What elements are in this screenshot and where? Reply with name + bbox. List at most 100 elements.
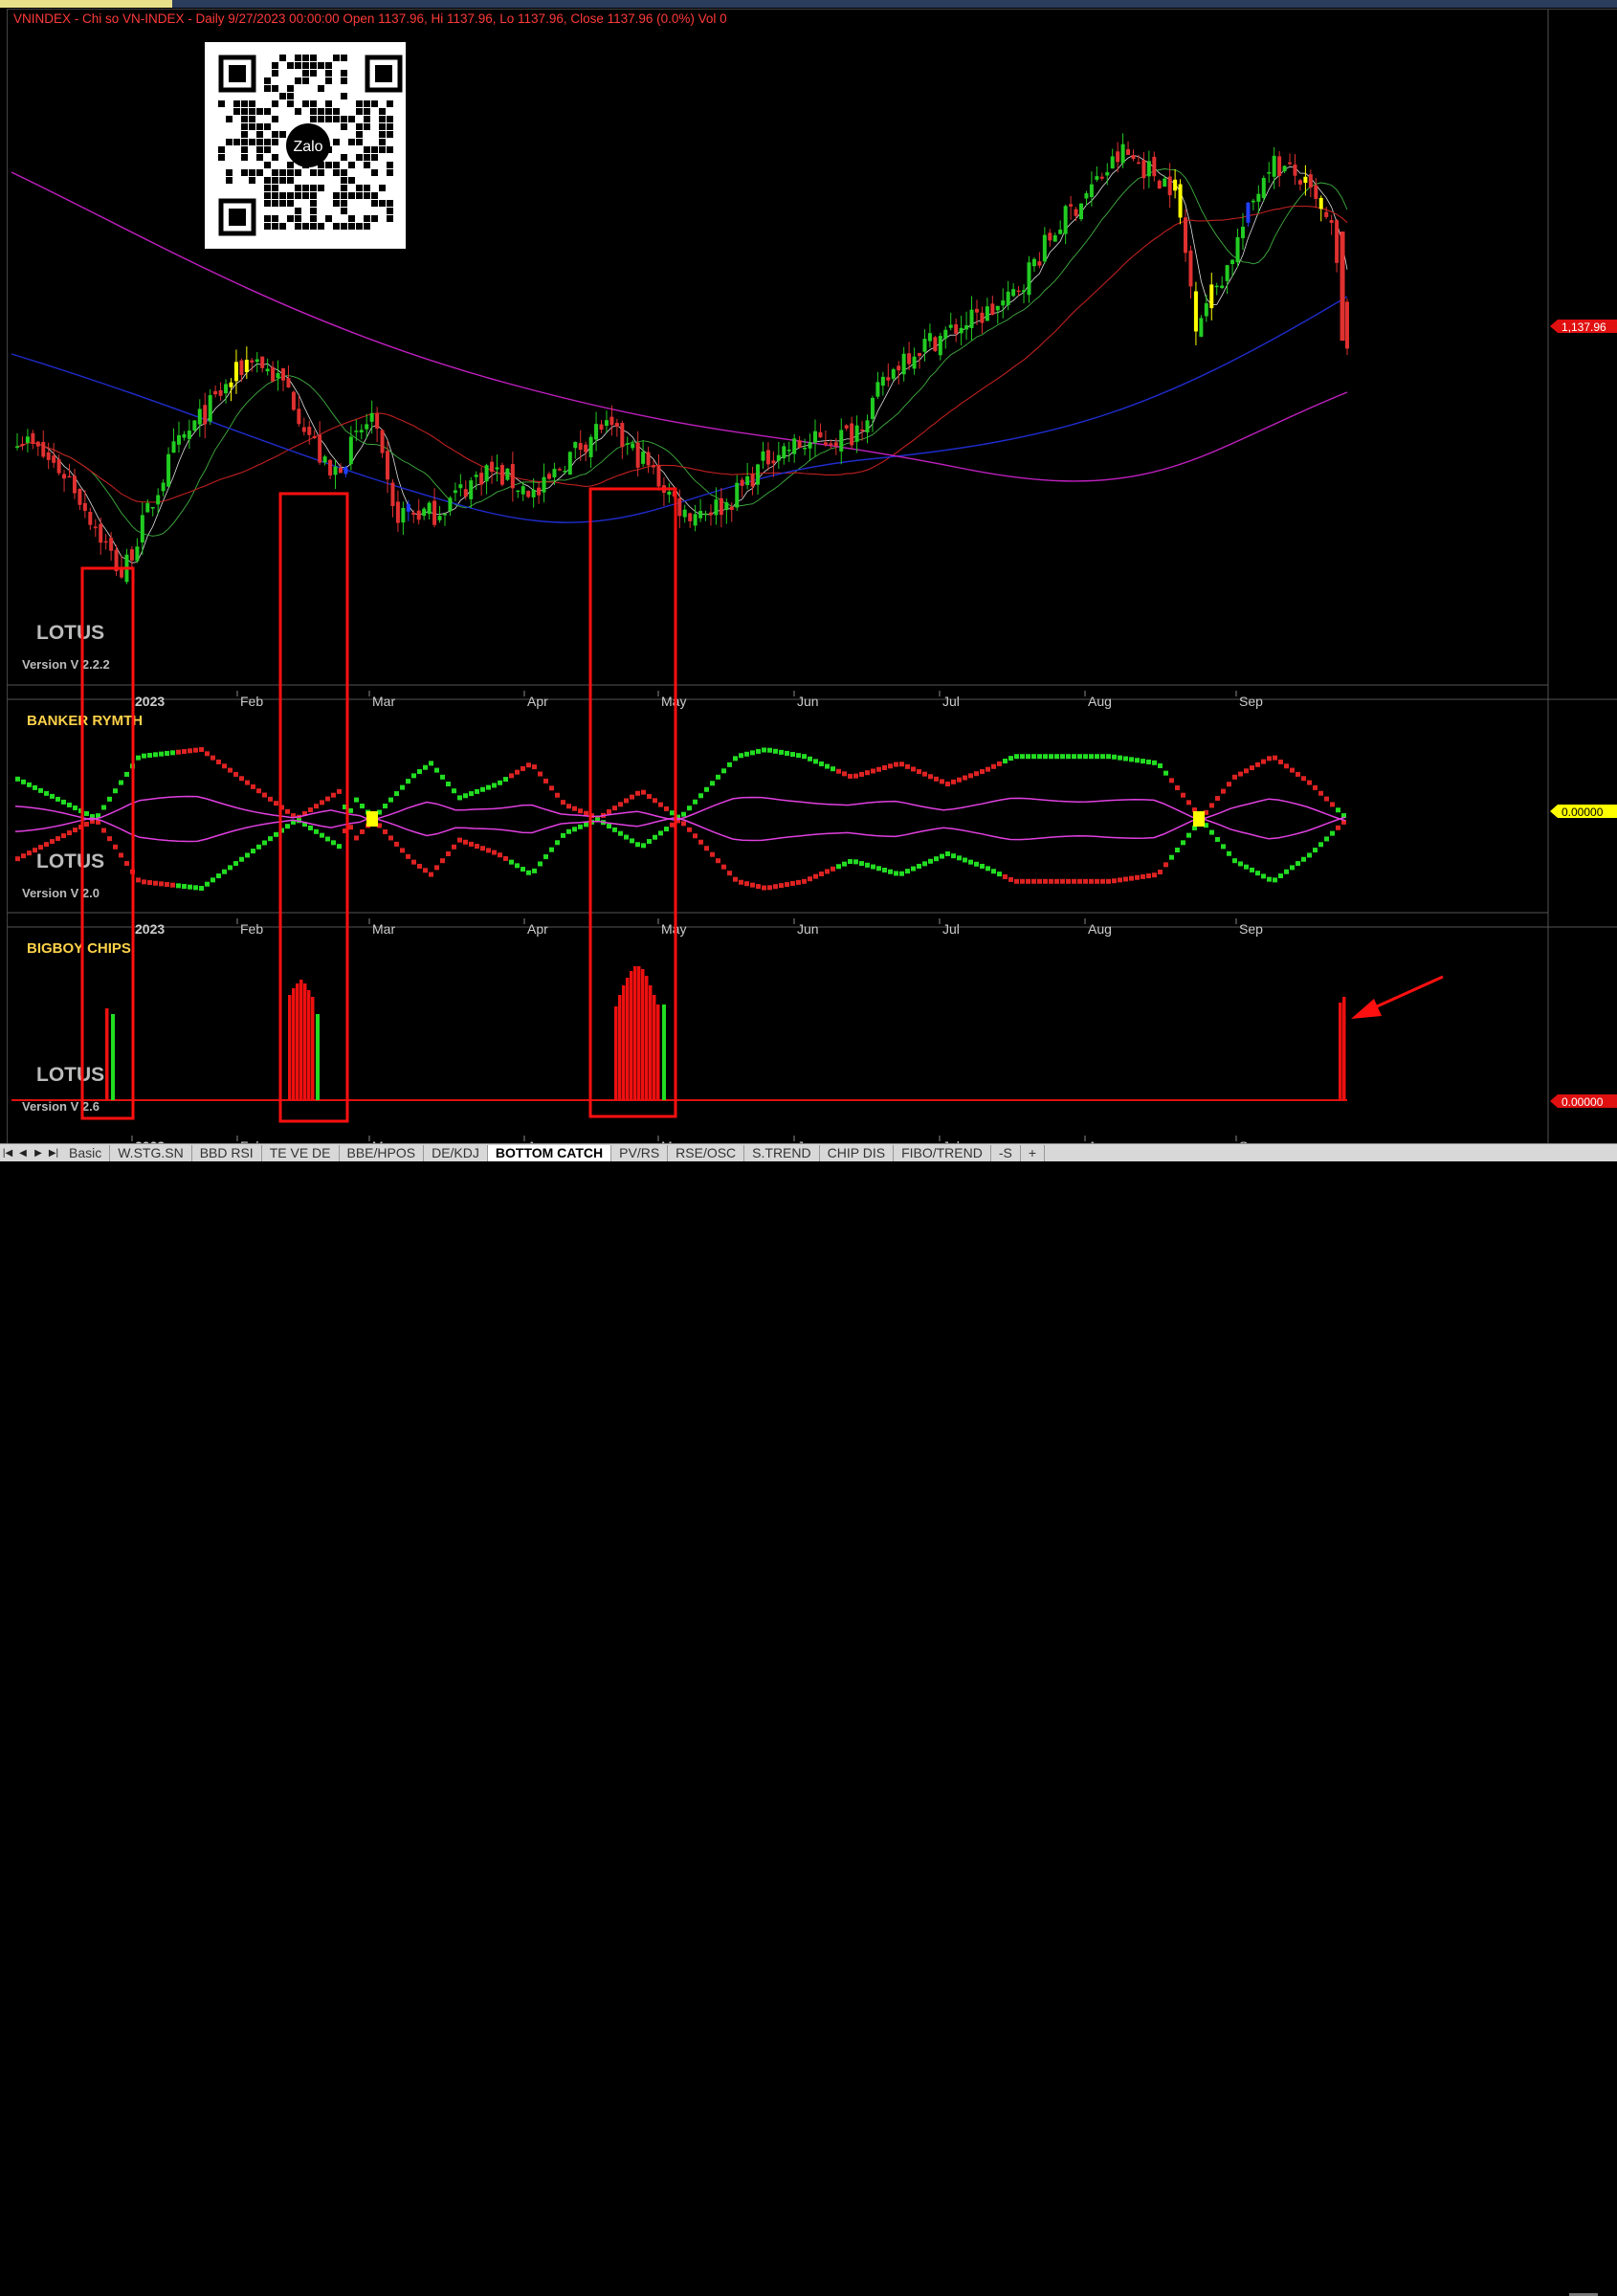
sheet-tab-w-stg-sn[interactable]: W.STG.SN <box>110 1144 192 1161</box>
sheet-tab--[interactable]: + <box>1021 1144 1046 1161</box>
banker-dot-upper <box>354 797 359 803</box>
banker-dot-upper <box>1238 771 1243 777</box>
sheet-tab-chip-dis[interactable]: CHIP DIS <box>820 1144 895 1161</box>
sheet-tab-bbe-hpos[interactable]: BBE/HPOS <box>340 1144 425 1161</box>
candle-body <box>31 432 35 444</box>
banker-dot-lower <box>274 831 278 837</box>
candle-body <box>103 541 108 543</box>
banker-dot-upper <box>561 800 565 806</box>
candle-body <box>286 378 291 387</box>
sheet-tab-s-trend[interactable]: S.TREND <box>744 1144 820 1161</box>
candle-body <box>35 441 40 447</box>
bigboy-red-bar <box>303 983 307 1100</box>
banker-dot-upper <box>963 775 967 781</box>
candle-body <box>839 430 844 452</box>
banker-dot-lower <box>543 854 548 860</box>
candle-body <box>1246 202 1251 223</box>
candle-body <box>954 323 959 334</box>
banker-dot-lower <box>572 827 577 832</box>
bigboy-red-bar <box>299 980 303 1100</box>
sheet-tab--s[interactable]: -S <box>991 1144 1021 1161</box>
banker-dot-upper <box>1003 759 1008 763</box>
banker-dot-lower <box>320 832 324 838</box>
date-tick-label: Jul <box>942 694 960 709</box>
candle-body <box>782 446 786 459</box>
banker-dot-lower <box>848 859 853 865</box>
chart-canvas[interactable]: VNINDEX - Chi so VN-INDEX - Daily 9/27/2… <box>8 10 1617 1144</box>
banker-dot-upper <box>526 762 531 768</box>
banker-dot-lower <box>865 862 870 868</box>
banker-dot-upper <box>739 753 743 759</box>
candle-body <box>1240 226 1245 238</box>
next-sheet-icon[interactable]: ▶ <box>31 1145 46 1160</box>
candle-body <box>359 430 364 432</box>
last-sheet-icon[interactable]: ▶| <box>46 1145 61 1160</box>
candle-body <box>1136 162 1141 165</box>
banker-dot-lower <box>802 878 807 884</box>
chart-window[interactable]: VNINDEX - Chi so VN-INDEX - Daily 9/27/2… <box>7 9 1617 1144</box>
candle-body <box>233 362 238 382</box>
banker-dot-upper <box>153 752 158 758</box>
banker-dot-lower <box>1054 878 1059 884</box>
prev-sheet-icon[interactable]: ◀ <box>15 1145 31 1160</box>
banker-dot-lower <box>165 882 169 888</box>
sheet-tab-de-kdj[interactable]: DE/KDJ <box>424 1144 488 1161</box>
banker-dot-lower <box>767 885 772 891</box>
candle-body <box>52 455 56 463</box>
candle-body <box>813 430 817 443</box>
date-tick-label: 2023 <box>135 921 165 937</box>
banker-dot-upper <box>549 785 554 791</box>
banker-dot-lower <box>899 871 904 876</box>
banker-dot-upper <box>888 763 893 769</box>
banker-dot-upper <box>469 791 474 797</box>
banker-dot-upper <box>968 773 973 779</box>
sheet-tab-basic[interactable]: Basic <box>61 1144 111 1161</box>
banker-dot-upper <box>831 766 835 772</box>
banker-dot-lower <box>446 851 451 856</box>
banker-dot-lower <box>182 884 187 890</box>
candle-body <box>380 430 385 453</box>
candle-body <box>224 384 229 394</box>
candle-body <box>1204 302 1208 317</box>
banker-dot-upper <box>865 770 870 776</box>
banker-dot-lower <box>27 850 32 856</box>
banker-dot-lower <box>1169 854 1174 860</box>
banker-dot-upper <box>945 782 950 786</box>
banker-dot-lower <box>876 866 881 872</box>
banker-dot-upper <box>744 751 749 757</box>
bigboy-red-bar <box>296 983 299 1100</box>
banker-dot-upper <box>1301 776 1306 782</box>
candle-body <box>229 382 233 387</box>
sheet-tab-rse-osc[interactable]: RSE/OSC <box>668 1144 745 1161</box>
banker-dot-lower <box>836 864 841 870</box>
candle-body <box>1042 234 1047 262</box>
banker-dot-upper <box>1072 754 1076 760</box>
candle-body <box>918 353 922 357</box>
banker-dot-lower <box>55 836 60 842</box>
candle-body <box>1001 300 1006 306</box>
banker-dot-lower <box>532 868 537 873</box>
banker-dot-lower <box>773 884 778 890</box>
banker-dot-upper <box>394 791 399 797</box>
sheet-tab-pv-rs[interactable]: PV/RS <box>611 1144 669 1161</box>
candle-body <box>333 466 338 475</box>
sheet-tab-fibo-trend[interactable]: FIBO/TREND <box>894 1144 991 1161</box>
sheet-tab-bbd-rsi[interactable]: BBD RSI <box>192 1144 262 1161</box>
sheet-tab-bottom-catch[interactable]: BOTTOM CATCH <box>487 1144 612 1161</box>
first-sheet-icon[interactable]: |◀ <box>0 1145 15 1160</box>
banker-dot-upper <box>1215 796 1220 802</box>
banker-dot-upper <box>653 798 657 804</box>
candle-body <box>1011 289 1016 297</box>
candle-body <box>1214 285 1219 288</box>
window-title-tab[interactable] <box>0 0 172 8</box>
banker-dot-lower <box>1186 832 1191 838</box>
banker-dot-upper <box>55 796 60 802</box>
banker-dot-lower <box>704 846 709 851</box>
sheet-tab-te-ve-de[interactable]: TE VE DE <box>262 1144 340 1161</box>
candle-body <box>823 442 828 446</box>
banker-dot-lower <box>911 866 916 872</box>
banker-dot-lower <box>233 861 238 867</box>
candle-body <box>213 390 218 395</box>
banker-dot-lower <box>521 867 525 872</box>
banker-dot-upper <box>710 781 715 786</box>
